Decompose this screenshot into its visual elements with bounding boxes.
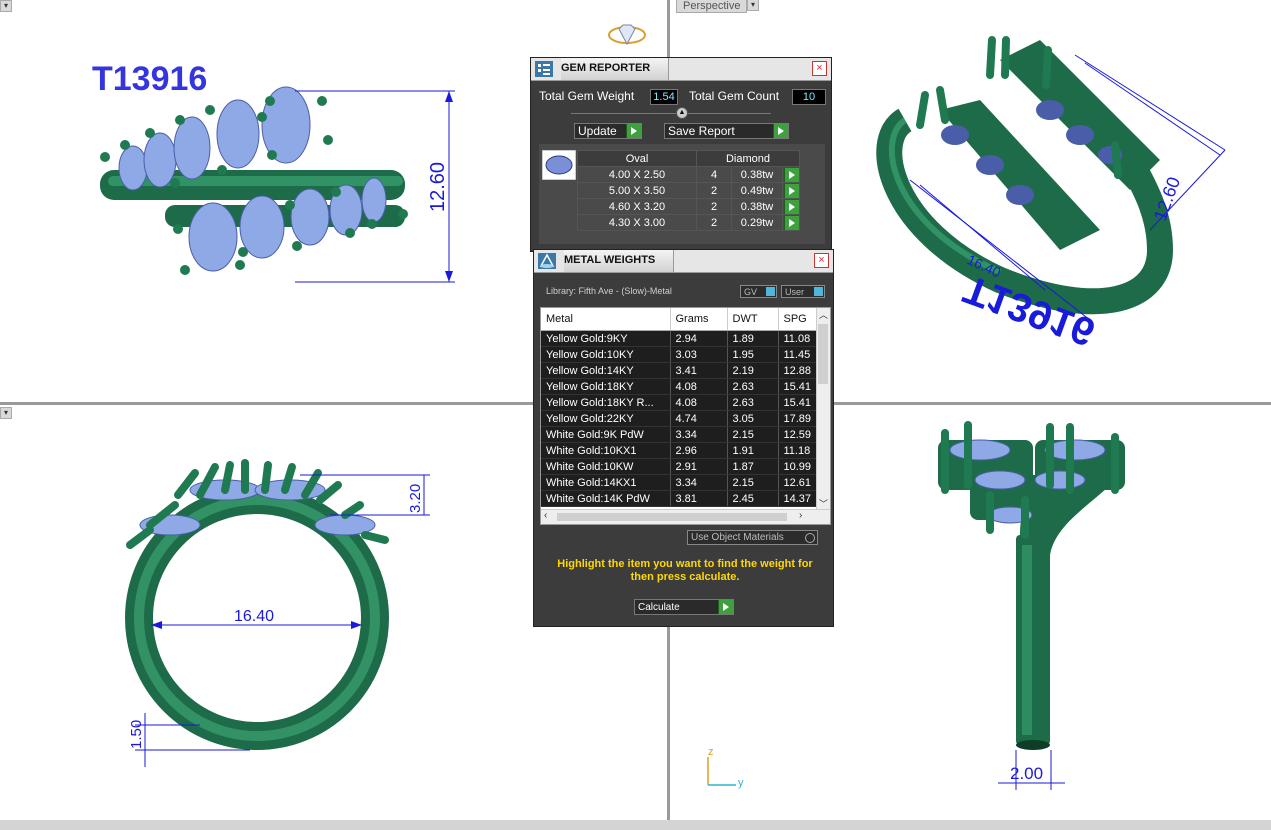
play-icon (718, 600, 733, 614)
dimension-inner-label: 16.40 (234, 608, 274, 625)
metal-row[interactable]: White Gold:14K PdW 3.81 2.45 14.37 (541, 490, 817, 507)
gem-table-area: Oval Diamond 4.00 X 2.50 4 0.38tw 5.00 X… (539, 144, 825, 244)
gem-row[interactable]: 5.00 X 3.50 2 0.49tw (577, 182, 800, 199)
update-button[interactable]: Update (574, 123, 642, 139)
total-gem-count-value: 10 (792, 89, 826, 105)
gem-row-select-button[interactable] (782, 182, 800, 199)
library-label: Library: Fifth Ave - (Slow)-Metal (546, 286, 672, 296)
metal-row[interactable]: White Gold:9K PdW 3.34 2.15 12.59 (541, 426, 817, 443)
dimension-height-label: 12.60 (427, 162, 449, 212)
gem-report-icon (535, 61, 553, 77)
scale-icon (538, 253, 556, 269)
metal-weights-title: METAL WEIGHTS (564, 250, 675, 272)
hint-text: Highlight the item you want to find the … (557, 558, 813, 583)
collapse-toggle-icon[interactable]: ▲ (676, 107, 688, 119)
viewport-menu-arrow[interactable]: ▾ (747, 0, 759, 11)
scroll-thumb[interactable] (818, 324, 828, 384)
total-gem-count-label: Total Gem Count (689, 89, 780, 103)
gem-column-type: Diamond (696, 150, 800, 167)
scroll-up-icon[interactable]: ︿ (817, 308, 830, 321)
status-bar (0, 820, 1271, 830)
metal-list[interactable]: Metal Grams DWT SPG Yellow Gold:9KY 2.94 1… (540, 307, 831, 525)
metal-row[interactable]: Yellow Gold:18KY 4.08 2.63 15.41 (541, 378, 817, 395)
gem-row-select-button[interactable] (782, 214, 800, 231)
total-gem-weight-label: Total Gem Weight (539, 89, 635, 103)
play-icon (626, 124, 641, 138)
metal-row[interactable]: Yellow Gold:10KY 3.03 1.95 11.45 (541, 346, 817, 363)
viewport-menu-arrow[interactable]: ▾ (0, 0, 12, 12)
gem-reporter-close-button[interactable]: × (812, 61, 827, 76)
oval-gem-icon (542, 150, 576, 180)
metal-row[interactable]: White Gold:10KW 2.91 1.87 10.99 (541, 458, 817, 475)
dimension-gem-label: 3.20 (407, 484, 424, 513)
metal-weights-close-button[interactable]: × (814, 253, 829, 268)
gem-row-select-button[interactable] (782, 198, 800, 215)
viewport-menu-arrow[interactable]: ▾ (0, 407, 12, 419)
gem-column-shape: Oval (577, 150, 697, 167)
svg-text:y: y (738, 777, 744, 789)
horizontal-scrollbar[interactable]: ‹ › (541, 509, 830, 524)
scroll-right-icon[interactable]: › (799, 510, 802, 521)
save-report-button[interactable]: Save Report (664, 123, 789, 139)
metal-weights-panel: METAL WEIGHTS × Library: Fifth Ave - (Sl… (533, 249, 834, 627)
metal-row[interactable]: White Gold:14KX1 3.34 2.15 12.61 (541, 474, 817, 491)
ring-thumbnail-icon (608, 24, 646, 46)
vertical-scrollbar[interactable]: ︿ ﹀ (816, 308, 830, 510)
gem-reporter-panel: GEM REPORTER × Total Gem Weight 1.54 Tot… (530, 57, 832, 252)
gem-row[interactable]: 4.60 X 3.20 2 0.38tw (577, 198, 800, 215)
gv-toggle[interactable]: GV (740, 285, 777, 298)
viewport-label[interactable]: Perspective (676, 0, 748, 13)
gem-reporter-titlebar[interactable]: GEM REPORTER × (531, 58, 831, 81)
play-icon (773, 124, 788, 138)
dimension-band-label: 1.50 (128, 720, 145, 749)
spg-column-header[interactable]: SPG (778, 308, 817, 331)
grams-column-header[interactable]: Grams (670, 308, 728, 331)
scroll-thumb-horizontal[interactable] (557, 513, 787, 521)
metal-row[interactable]: Yellow Gold:18KY R... 4.08 2.63 15.41 (541, 394, 817, 411)
metal-row[interactable]: Yellow Gold:22KY 4.74 3.05 17.89 (541, 410, 817, 427)
metal-row[interactable]: Yellow Gold:14KY 3.41 2.19 12.88 (541, 362, 817, 379)
gem-reporter-title: GEM REPORTER (561, 58, 670, 80)
metal-row[interactable]: Yellow Gold:9KY 2.94 1.89 11.08 (541, 330, 817, 347)
axis-gizmo-icon: z y (707, 746, 744, 789)
dimension-shank-label: 2.00 (1010, 764, 1043, 783)
gem-row[interactable]: 4.30 X 3.00 2 0.29tw (577, 214, 800, 231)
metal-weights-titlebar[interactable]: METAL WEIGHTS × (534, 250, 833, 273)
gem-table: Oval Diamond 4.00 X 2.50 4 0.38tw 5.00 X… (577, 150, 800, 231)
dwt-column-header[interactable]: DWT (727, 308, 779, 331)
gem-row-select-button[interactable] (782, 166, 800, 183)
metal-column-header[interactable]: Metal (541, 308, 671, 331)
model-code-label: T13916 (92, 60, 207, 98)
svg-text:z: z (708, 746, 714, 758)
calculate-button[interactable]: Calculate (634, 599, 734, 615)
metal-row[interactable]: White Gold:10KX1 2.96 1.91 11.18 (541, 442, 817, 459)
gem-row[interactable]: 4.00 X 2.50 4 0.38tw (577, 166, 800, 183)
total-gem-weight-value: 1.54 (650, 89, 678, 105)
radio-icon (805, 533, 815, 543)
scroll-left-icon[interactable]: ‹ (544, 510, 547, 521)
user-toggle[interactable]: User (781, 285, 825, 298)
metal-table: Metal Grams DWT SPG Yellow Gold:9KY 2.94 1… (541, 308, 817, 507)
use-object-materials-toggle[interactable]: Use Object Materials (687, 530, 818, 545)
